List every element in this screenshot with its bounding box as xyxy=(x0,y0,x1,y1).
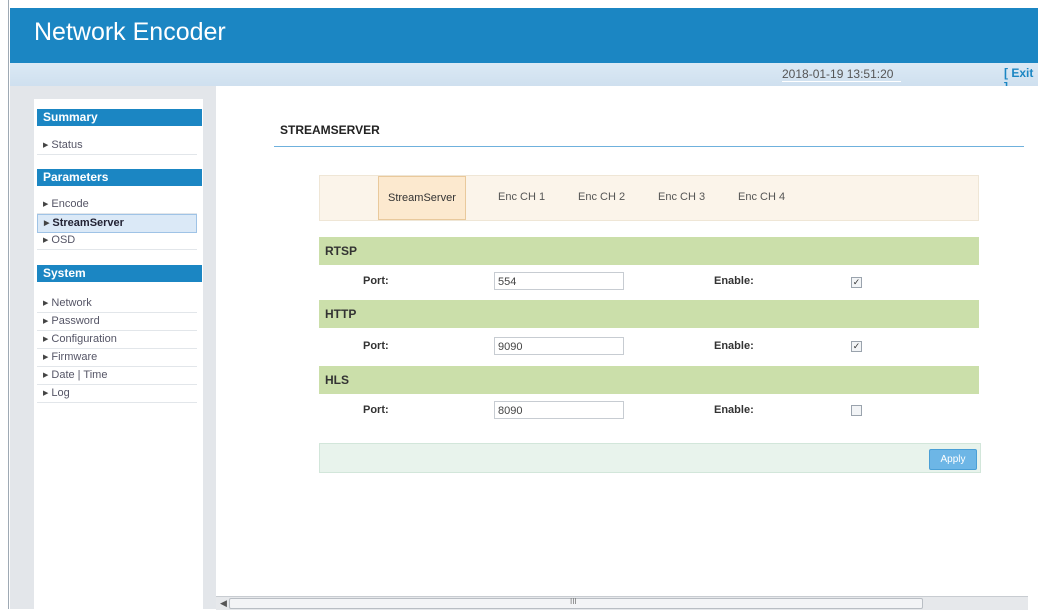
http-enable-checkbox[interactable]: ✓ xyxy=(851,341,862,352)
http-port-input[interactable]: 9090 xyxy=(494,337,624,355)
sidebar-item-label: Encode xyxy=(51,198,89,210)
triangle-right-icon: ▶ xyxy=(43,201,49,208)
section-http-header: HTTP xyxy=(319,300,979,328)
http-enable-label: Enable: xyxy=(714,340,754,352)
sidebar-panel: Summary ▶ Status Parameters ▶ Encode ▶ Stre… xyxy=(34,99,203,609)
page-title: STREAMSERVER xyxy=(280,123,380,137)
hls-enable-label: Enable: xyxy=(714,404,754,416)
tab-enc-ch1[interactable]: Enc CH 1 xyxy=(498,191,545,203)
triangle-right-icon: ▶ xyxy=(43,336,49,343)
top-status-bar: 2018-01-19 13:51:20 [ Exit ] xyxy=(10,63,1038,94)
sidebar-item-label: Date | Time xyxy=(51,369,108,381)
tab-streamserver[interactable]: StreamServer xyxy=(378,176,466,220)
sidebar-item-log[interactable]: ▶ Log xyxy=(37,385,197,403)
triangle-right-icon: ▶ xyxy=(43,318,49,325)
title-divider xyxy=(274,146,1024,147)
triangle-right-icon: ▶ xyxy=(43,390,49,397)
sidebar-item-encode[interactable]: ▶ Encode xyxy=(37,196,197,214)
sidebar-item-label: OSD xyxy=(51,234,76,246)
sidebar-item-label: Log xyxy=(51,387,70,399)
horizontal-scrollbar[interactable]: ◀ III xyxy=(216,596,1028,610)
app-title: Network Encoder xyxy=(34,18,226,46)
sidebar-item-osd[interactable]: ▶ OSD xyxy=(37,232,197,250)
sidebar-item-label: Configuration xyxy=(51,333,117,345)
section-rtsp-header: RTSP xyxy=(319,237,979,265)
rtsp-enable-checkbox[interactable]: ✓ xyxy=(851,277,862,288)
sidebar-item-label: Network xyxy=(51,297,92,309)
rtsp-port-label: Port: xyxy=(363,275,389,287)
sidebar-item-label: Firmware xyxy=(51,351,98,363)
sidebar-item-date-time[interactable]: ▶ Date | Time xyxy=(37,367,197,385)
triangle-right-icon: ▶ xyxy=(43,237,49,244)
sidebar-item-password[interactable]: ▶ Password xyxy=(37,313,197,331)
triangle-right-icon: ▶ xyxy=(43,300,49,307)
apply-bar: Apply xyxy=(319,443,981,473)
sidebar-item-firmware[interactable]: ▶ Firmware xyxy=(37,349,197,367)
check-icon: ✓ xyxy=(852,341,861,351)
hls-enable-checkbox[interactable] xyxy=(851,405,862,416)
triangle-right-icon: ▶ xyxy=(43,354,49,361)
hls-port-input[interactable]: 8090 xyxy=(494,401,624,419)
app-header: Network Encoder xyxy=(10,8,1038,63)
sidebar-item-label: StreamServer xyxy=(52,217,124,229)
check-icon: ✓ xyxy=(852,277,861,287)
rtsp-port-input[interactable]: 554 xyxy=(494,272,624,290)
sidebar-item-configuration[interactable]: ▶ Configuration xyxy=(37,331,197,349)
sidebar-item-label: Password xyxy=(51,315,100,327)
hls-port-label: Port: xyxy=(363,404,389,416)
grip-icon: III xyxy=(570,597,577,606)
sidebar: Summary ▶ Status Parameters ▶ Encode ▶ Stre… xyxy=(10,86,216,609)
tab-enc-ch3[interactable]: Enc CH 3 xyxy=(658,191,705,203)
datetime-display: 2018-01-19 13:51:20 xyxy=(782,67,902,82)
triangle-right-icon: ▶ xyxy=(44,220,50,227)
sidebar-heading-parameters: Parameters xyxy=(37,169,202,186)
main-content: STREAMSERVER StreamServer Enc CH 1 Enc C… xyxy=(216,86,1038,596)
scrollbar-thumb[interactable]: III xyxy=(229,597,923,609)
rtsp-enable-label: Enable: xyxy=(714,275,754,287)
sidebar-item-status[interactable]: ▶ Status xyxy=(37,137,197,155)
window-left-rail xyxy=(0,0,9,609)
tab-bar: StreamServer Enc CH 1 Enc CH 2 Enc CH 3 … xyxy=(319,175,979,221)
sidebar-item-streamserver[interactable]: ▶ StreamServer xyxy=(37,214,197,233)
sidebar-item-network[interactable]: ▶ Network xyxy=(37,295,197,313)
sidebar-heading-summary: Summary xyxy=(37,109,202,126)
tab-enc-ch4[interactable]: Enc CH 4 xyxy=(738,191,785,203)
sidebar-heading-system: System xyxy=(37,265,202,282)
triangle-right-icon: ▶ xyxy=(43,142,49,149)
triangle-right-icon: ▶ xyxy=(43,372,49,379)
apply-button[interactable]: Apply xyxy=(929,449,977,470)
tab-enc-ch2[interactable]: Enc CH 2 xyxy=(578,191,625,203)
http-port-label: Port: xyxy=(363,340,389,352)
scroll-left-arrow-icon[interactable]: ◀ xyxy=(220,598,227,609)
section-hls-header: HLS xyxy=(319,366,979,394)
sidebar-item-label: Status xyxy=(51,139,83,151)
